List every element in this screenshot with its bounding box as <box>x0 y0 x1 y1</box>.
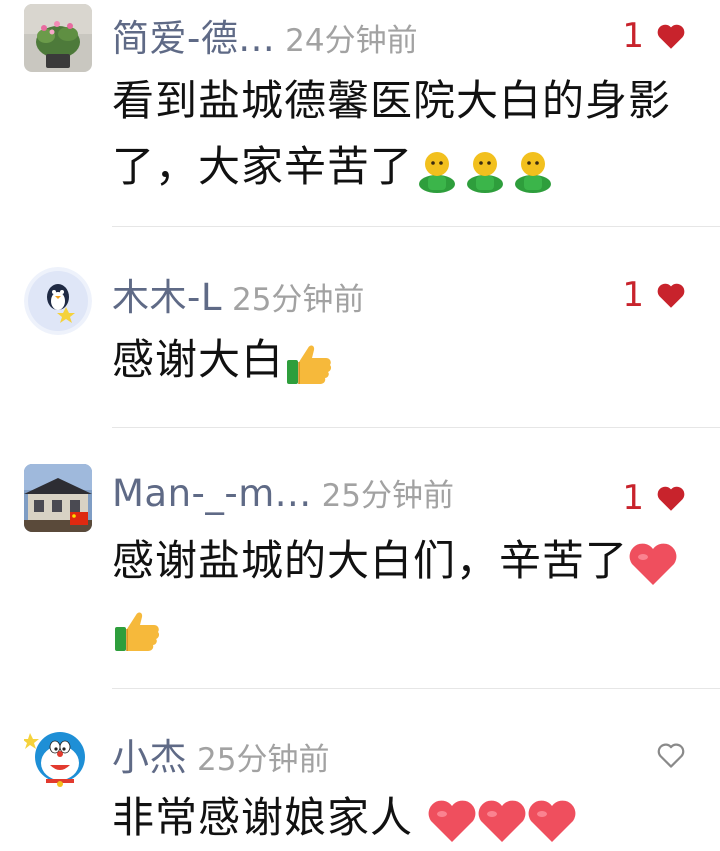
comment-text: 看到盐城德馨医院大白的身影了，大家辛苦了 <box>112 68 686 200</box>
comment-item: Man-_-m... 25分钟前 1 感谢盐城的大白们，辛苦了 <box>0 428 720 688</box>
comment-header: Man-_-m... 25分钟前 <box>112 470 454 526</box>
username[interactable]: Man-_-m... <box>112 472 312 515</box>
comment-item: 小杰 25分钟前 非常感谢娘家人 <box>0 689 720 846</box>
timestamp: 24分钟前 <box>285 23 418 59</box>
comment-body: 看到盐城德馨医院大白的身影了，大家辛苦了 <box>112 76 672 191</box>
thumbs-up-icon <box>287 345 332 384</box>
heart-filled-icon <box>657 24 685 49</box>
avatar[interactable] <box>24 723 92 791</box>
timestamp: 25分钟前 <box>197 742 330 778</box>
like-button[interactable]: 1 <box>622 267 686 323</box>
username[interactable]: 木木-L <box>112 267 222 321</box>
red-heart-icon <box>478 800 526 842</box>
comment-body: 感谢盐城的大白们，辛苦了 <box>112 536 629 585</box>
red-heart-icon <box>428 800 476 842</box>
like-button[interactable]: 1 <box>622 470 686 526</box>
red-heart-icon <box>629 543 677 585</box>
timestamp: 25分钟前 <box>321 478 455 514</box>
heart-filled-icon <box>657 486 685 511</box>
comment-header: 简爱-德... 24分钟前 <box>112 8 418 64</box>
smiley-figure-icon <box>419 151 456 193</box>
comment-item: 简爱-德... 24分钟前 1 看到盐城德馨医院大白的身影了，大家辛苦了 <box>0 0 720 226</box>
avatar[interactable] <box>24 4 92 72</box>
heart-filled-icon <box>657 283 685 308</box>
like-count: 1 <box>622 478 644 518</box>
comment-header: 木木-L 25分钟前 <box>112 267 364 323</box>
username[interactable]: 小杰 <box>112 727 187 781</box>
comment-body: 非常感谢娘家人 <box>112 793 414 842</box>
like-count: 1 <box>622 16 644 56</box>
comment-text: 感谢盐城的大白们，辛苦了 <box>112 528 686 660</box>
timestamp: 25分钟前 <box>231 282 365 318</box>
smiley-figure-icon <box>515 151 552 193</box>
like-button[interactable] <box>644 727 686 783</box>
comment-header: 小杰 25分钟前 <box>112 727 329 783</box>
heart-outline-icon <box>657 743 685 768</box>
smiley-figure-icon <box>467 151 504 193</box>
comment-body: 感谢大白 <box>112 335 285 384</box>
comment-text: 感谢大白 <box>112 327 686 393</box>
thumbs-up-icon <box>115 612 160 651</box>
like-count: 1 <box>622 275 644 315</box>
comment-item: 木木-L 25分钟前 1 感谢大白 <box>0 227 720 427</box>
avatar[interactable] <box>24 464 92 532</box>
like-button[interactable]: 1 <box>622 8 686 64</box>
username[interactable]: 简爱-德... <box>112 8 275 62</box>
avatar[interactable] <box>24 267 92 335</box>
red-heart-icon <box>528 800 576 842</box>
comment-text: 非常感谢娘家人 <box>112 785 686 851</box>
